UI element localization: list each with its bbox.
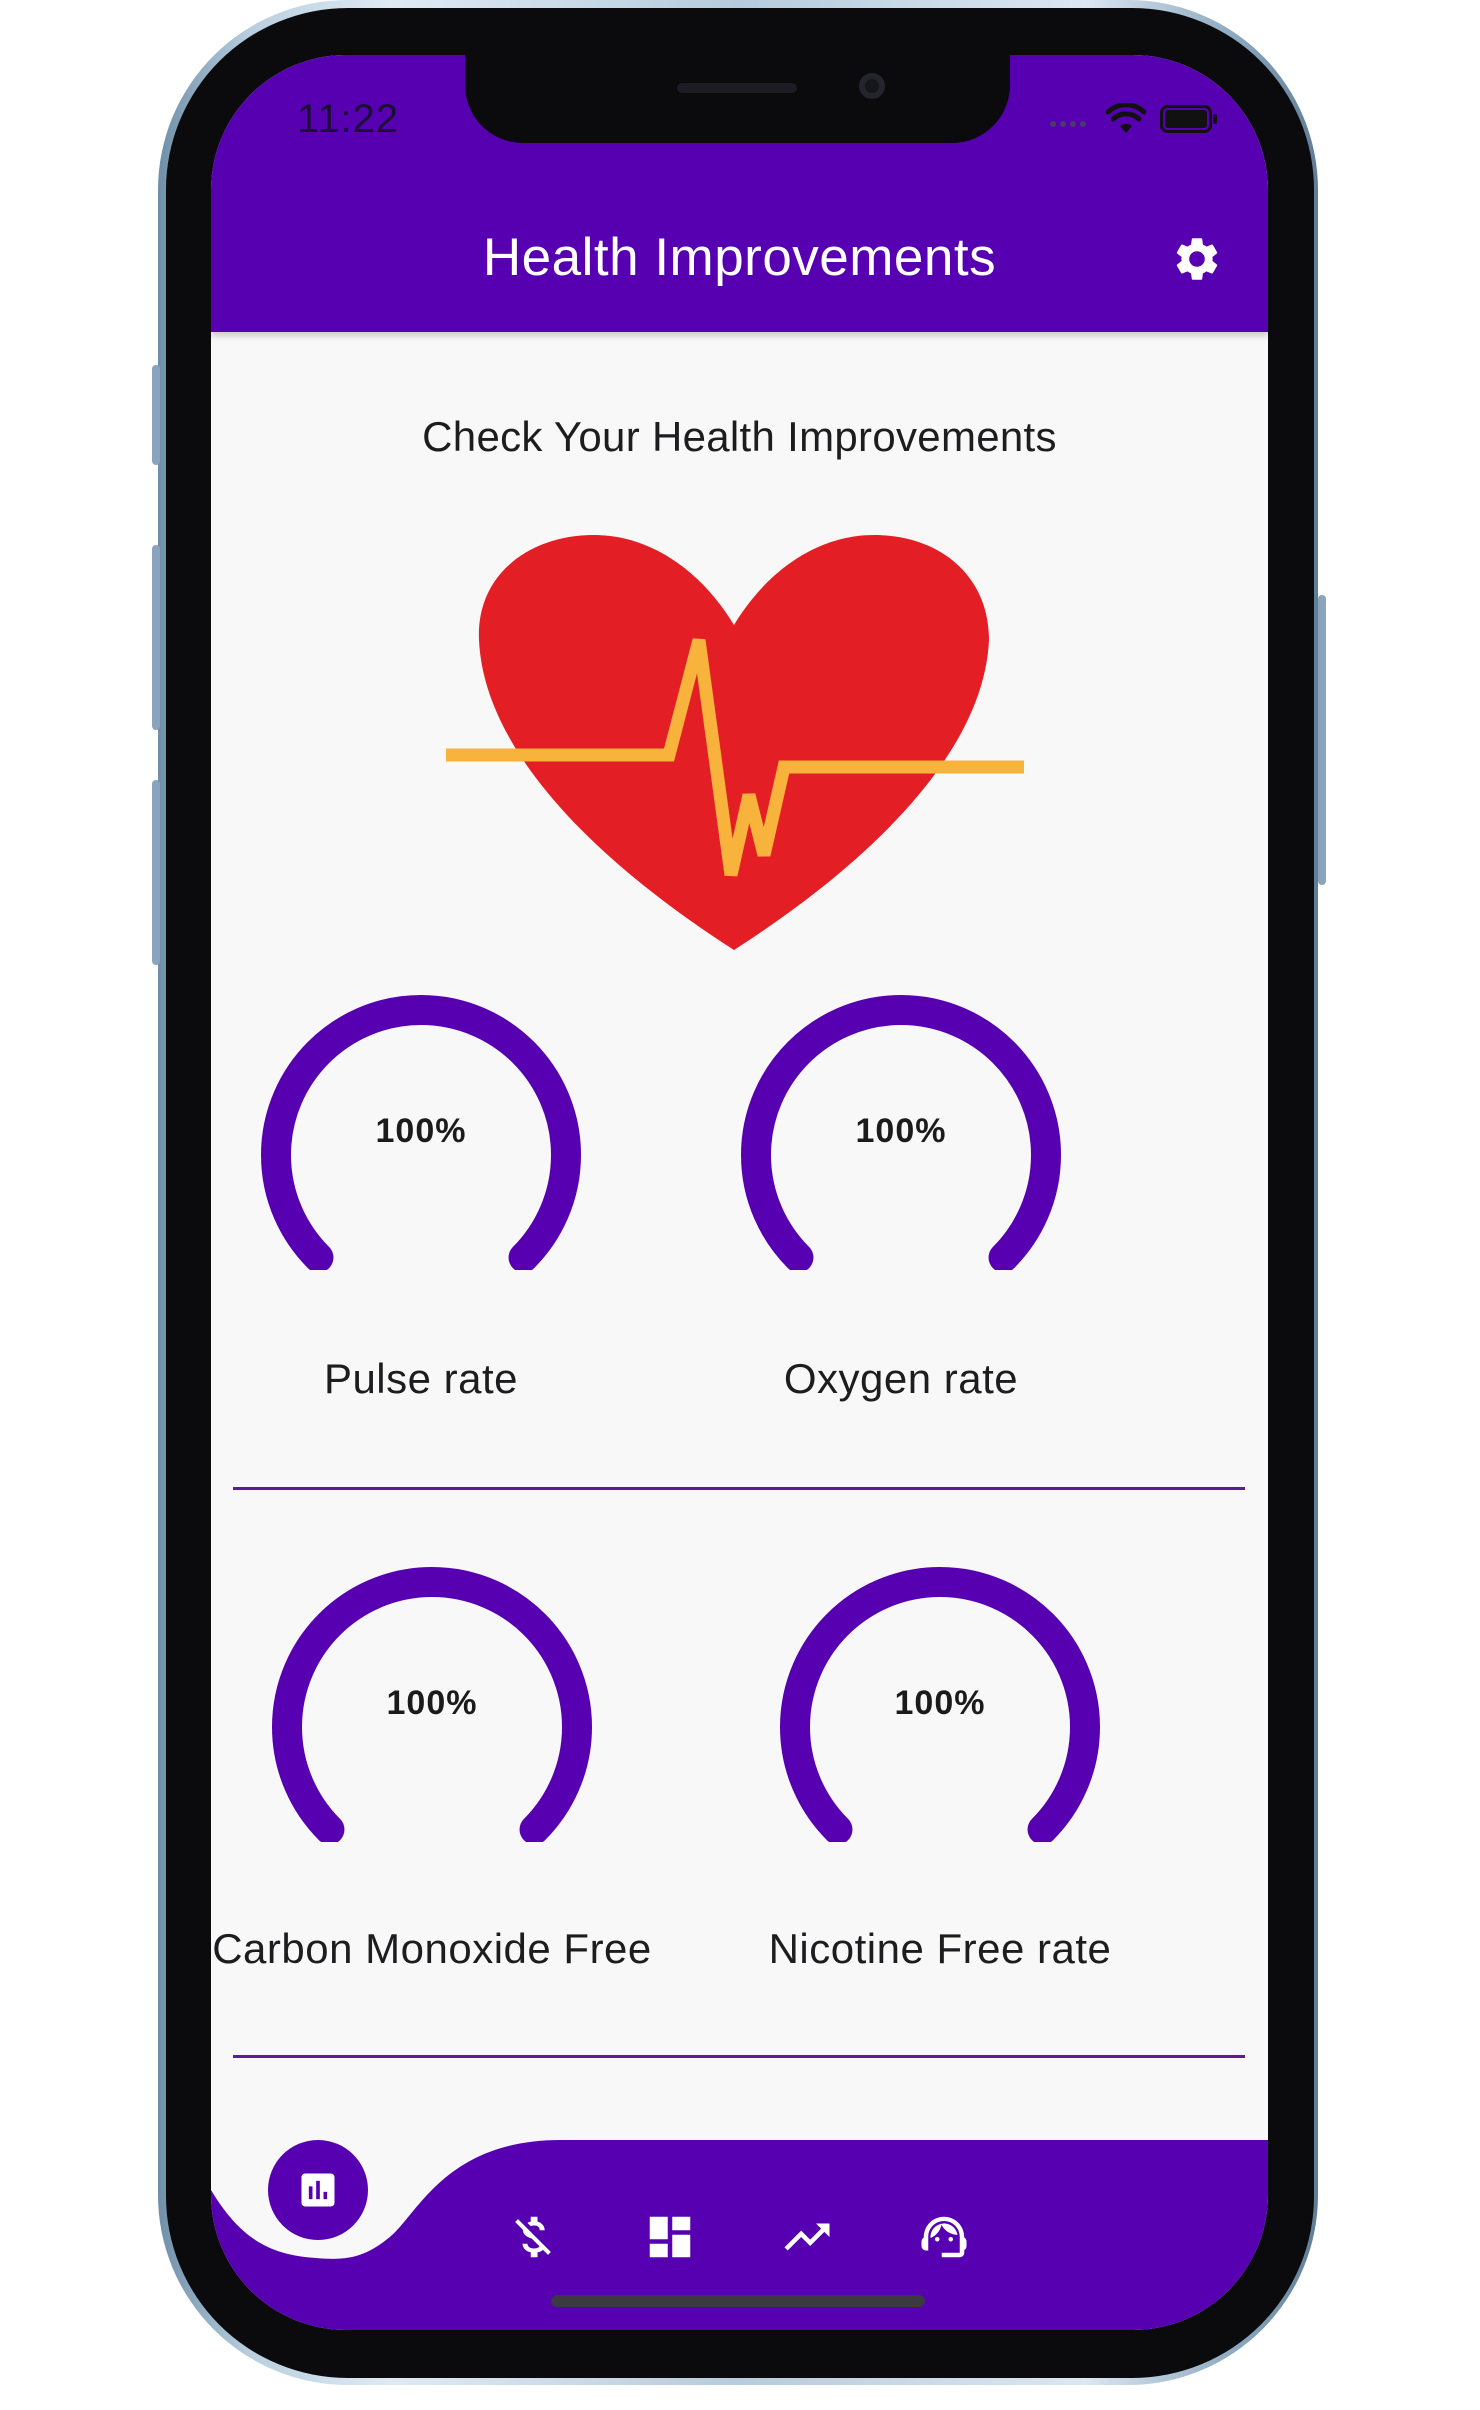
gauge-value: 100% xyxy=(375,1112,467,1150)
divider xyxy=(233,1487,1245,1490)
gauge: 100% xyxy=(256,990,586,1273)
metric-label: Carbon Monoxide Free xyxy=(212,1925,652,1972)
metric-label: Pulse rate xyxy=(323,1355,519,1402)
signal-icon xyxy=(1050,121,1086,127)
wifi-icon xyxy=(1106,103,1146,133)
divider xyxy=(233,2055,1245,2058)
status-time: 11:22 xyxy=(297,97,400,141)
support-agent-icon[interactable] xyxy=(917,2210,971,2264)
speaker xyxy=(677,83,797,93)
gauge-value: 100% xyxy=(894,1684,986,1722)
heart-shape xyxy=(478,535,989,950)
trending-up-icon[interactable] xyxy=(780,2210,834,2264)
gauge: 100% xyxy=(736,990,1066,1273)
mute-switch xyxy=(152,365,160,465)
home-indicator xyxy=(551,2295,925,2307)
nav-item-stats[interactable] xyxy=(268,2140,368,2240)
status-icons xyxy=(1048,101,1218,137)
volume-up-button xyxy=(152,545,160,730)
device-notch xyxy=(465,55,1010,143)
page-title: Health Improvements xyxy=(482,228,997,287)
volume-down-button xyxy=(152,780,160,965)
gauge: 100% xyxy=(775,1562,1105,1845)
money-off-icon[interactable] xyxy=(506,2210,560,2264)
app-screen: 11:22 Health Improvements Check Your Hea… xyxy=(211,55,1268,2330)
gauge-value: 100% xyxy=(386,1684,478,1722)
metric-label: Nicotine Free rate xyxy=(768,1925,1112,1972)
gauge: 100% xyxy=(267,1562,597,1845)
app-bar: 11:22 Health Improvements xyxy=(211,55,1268,332)
metric-label: Oxygen rate xyxy=(783,1355,1019,1402)
gear-icon[interactable] xyxy=(1171,233,1223,285)
bottom-navigation-bar xyxy=(211,2140,1268,2330)
power-button xyxy=(1318,595,1326,885)
gauge-value: 100% xyxy=(855,1112,947,1150)
front-camera xyxy=(859,73,885,99)
battery-icon xyxy=(1160,105,1217,133)
section-subtitle: Check Your Health Improvements xyxy=(422,413,1057,460)
heart-pulse-illustration xyxy=(446,535,1024,950)
bar-chart-icon xyxy=(301,2173,335,2207)
dashboard-icon[interactable] xyxy=(643,2210,697,2264)
